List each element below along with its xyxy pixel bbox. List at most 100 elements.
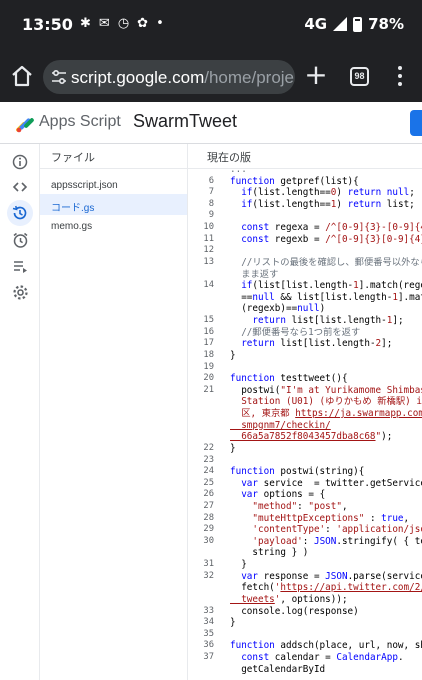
code-token: var (241, 477, 258, 489)
slack-icon: ✱ (80, 16, 91, 31)
line-number: 11 (203, 233, 214, 244)
line-number: 22 (203, 442, 214, 453)
battery-icon (353, 16, 363, 32)
line-text: console.log(response) (230, 606, 359, 618)
code-token: まま返す (230, 268, 279, 280)
line-text: var response = JSON.parse(service. (230, 571, 422, 583)
code-token: list[list.length- (285, 315, 387, 327)
line-number: 8 (208, 198, 214, 209)
line-text: } (230, 559, 247, 571)
code-icon[interactable] (9, 176, 31, 198)
line-text: if(list[list.length-1].match(regexa) (230, 280, 422, 292)
timer-icon: ◷ (117, 16, 130, 31)
file-item[interactable]: appsscript.json (40, 175, 187, 196)
code-token: postwi( (230, 384, 281, 396)
fan-icon: ✿ (137, 16, 149, 31)
file-item-selected[interactable]: コード.gs (40, 194, 187, 215)
line-text: } (230, 617, 236, 629)
code-token: && list[list.length- (274, 291, 393, 303)
code-token: /^[0-9]{3}-[0-9]{4}$/ (325, 222, 422, 234)
line-text: var options = { (230, 489, 325, 501)
code-token: } (230, 442, 236, 454)
app-header: Apps Script SwarmTweet (0, 102, 422, 144)
code-token: smpgnm7/checkin/ (230, 419, 331, 431)
code-token: regexb = (269, 233, 326, 245)
battery-label: 78% (368, 15, 404, 33)
line-number: 9 (208, 210, 214, 221)
code-token: if (241, 187, 253, 199)
code-token: testtweet(){ (274, 373, 348, 385)
browser-toolbar: script.google.com/home/proje + 98 (0, 52, 422, 102)
code-token: (list.length== (252, 187, 331, 199)
code-token: null (297, 303, 320, 315)
line-text: tweets', options)); (230, 593, 348, 606)
line-text: if(list.length==0) return null; (230, 187, 415, 199)
line-text: postwi("I'm at Yurikamome Shimbashi (230, 385, 422, 397)
line-number: 19 (203, 361, 214, 372)
line-text: const calendar = CalendarApp. (230, 652, 403, 664)
line-number: 28 (203, 512, 214, 523)
code-token: , (403, 512, 410, 524)
code-token: CalendarApp (336, 652, 398, 664)
line-text: ==null && list[list.length-1].match (230, 292, 422, 304)
settings-icon[interactable] (9, 281, 31, 303)
line-text: return list[list.length-1]; (230, 315, 403, 327)
code-token: var (241, 570, 258, 582)
line-text: Station (U01) (ゆりかもめ 新橋駅) in 港 (230, 396, 422, 408)
code-token: (regexb)== (230, 303, 298, 315)
line-number: 33 (203, 605, 214, 616)
code-token: ) (336, 198, 348, 210)
files-panel: ファイル appsscript.json コード.gs memo.gs (40, 144, 188, 680)
file-item[interactable]: memo.gs (40, 216, 187, 237)
line-text: return list[list.length-2]; (230, 338, 392, 350)
code-token: console.log(response) (230, 605, 359, 617)
executions-icon[interactable] (9, 255, 31, 277)
line-text: まま返す (230, 269, 278, 281)
browser-menu-icon[interactable] (396, 64, 404, 88)
status-right: 4G 78% (304, 15, 404, 33)
code-token: var (241, 489, 258, 501)
app-name[interactable]: Apps Script (39, 113, 121, 131)
history-icon[interactable] (7, 200, 33, 226)
tab-switcher-button[interactable]: 98 (350, 67, 369, 86)
project-name[interactable]: SwarmTweet (133, 111, 237, 132)
site-settings-icon[interactable] (51, 69, 67, 85)
notification-icons: ✱ ✉ ◷ ✿ • (80, 16, 164, 31)
line-number: 37 (203, 652, 214, 663)
code-token: /^[0-9]{3}[0-9]{4}$/; (325, 233, 422, 245)
line-number: 14 (203, 280, 214, 291)
code-token: return (241, 338, 275, 350)
line-number: 35 (203, 628, 214, 639)
code-token: function (230, 373, 275, 385)
code-token: "muteHttpExceptions" (252, 512, 365, 524)
code-token: https://api.twitter.com/2/ (280, 582, 422, 594)
code-token: regexa = (269, 222, 326, 234)
info-icon[interactable] (9, 151, 31, 173)
code-editor[interactable]: 現在の版 ... 6 function getpref(list){7 if(lis… (188, 144, 422, 680)
code-token: "post" (308, 500, 342, 512)
new-tab-button[interactable]: + (303, 61, 329, 89)
code-token: 66a5a7852f8043457dba8c68 (230, 431, 376, 443)
code-token: ]; (381, 338, 393, 350)
line-text: (regexb)==null) (230, 303, 325, 315)
apps-script-logo-icon[interactable] (14, 112, 36, 134)
line-text: fetch('https://api.twitter.com/2/ (230, 582, 422, 594)
code-token: postwi(string){ (274, 466, 365, 478)
clock-icon[interactable] (9, 229, 31, 251)
address-bar[interactable]: script.google.com/home/proje (43, 60, 295, 94)
home-icon[interactable] (10, 64, 34, 88)
code-token: const (241, 652, 270, 664)
code-token: ) (336, 187, 348, 199)
deploy-button[interactable] (410, 110, 422, 136)
line-number: 21 (203, 384, 214, 395)
code-token: , options)); (280, 593, 348, 605)
code-token: if (241, 280, 253, 292)
line-number: 17 (203, 338, 214, 349)
line-text: } (230, 350, 236, 362)
network-label: 4G (304, 15, 328, 33)
line-number: 13 (203, 256, 214, 267)
line-text: function getpref(list){ (230, 176, 359, 188)
